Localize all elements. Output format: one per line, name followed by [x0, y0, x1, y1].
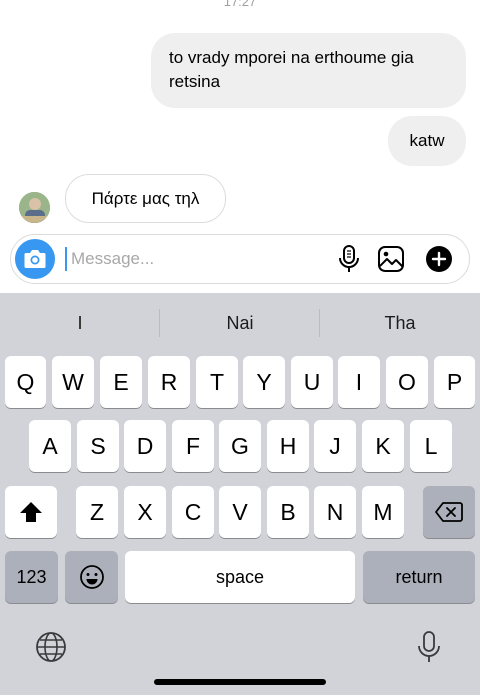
key-y[interactable]: Y [243, 356, 285, 408]
globe-icon[interactable] [34, 630, 68, 664]
gallery-icon[interactable] [377, 245, 405, 273]
key-w[interactable]: W [52, 356, 94, 408]
suggestion-item[interactable]: Tha [320, 307, 480, 339]
home-indicator [154, 679, 326, 685]
key-m[interactable]: M [362, 486, 404, 538]
backspace-icon [435, 502, 463, 522]
space-key[interactable]: space [125, 551, 355, 603]
key-x[interactable]: X [124, 486, 166, 538]
key-b[interactable]: B [267, 486, 309, 538]
key-r[interactable]: R [148, 356, 190, 408]
message-input[interactable] [65, 247, 331, 271]
key-n[interactable]: N [314, 486, 356, 538]
return-key[interactable]: return [363, 551, 475, 603]
chat-thread: 17:27 to vrady mporei na erthoume gia re… [0, 0, 480, 293]
shift-key[interactable] [5, 486, 57, 538]
key-v[interactable]: V [219, 486, 261, 538]
key-q[interactable]: Q [5, 356, 46, 408]
suggestion-bar: I Nai Tha [0, 307, 480, 339]
key-s[interactable]: S [77, 420, 119, 472]
message-composer [10, 234, 470, 284]
shift-icon [20, 502, 42, 522]
key-t[interactable]: T [196, 356, 238, 408]
outgoing-message[interactable]: katw [388, 116, 466, 166]
key-k[interactable]: K [362, 420, 404, 472]
key-o[interactable]: O [386, 356, 428, 408]
key-j[interactable]: J [314, 420, 356, 472]
backspace-key[interactable] [423, 486, 475, 538]
keyboard: I Nai Tha Q W E R T Y U I O P A S D F G … [0, 293, 480, 695]
incoming-message[interactable]: Πάρτε μας τηλ [65, 174, 226, 223]
key-h[interactable]: H [267, 420, 309, 472]
key-p[interactable]: P [434, 356, 475, 408]
numbers-key[interactable]: 123 [5, 551, 58, 603]
key-z[interactable]: Z [76, 486, 118, 538]
key-g[interactable]: G [219, 420, 261, 472]
message-timestamp: 17:27 [223, 0, 257, 9]
emoji-icon [79, 565, 104, 589]
key-e[interactable]: E [100, 356, 142, 408]
suggestion-item[interactable]: Nai [160, 307, 320, 339]
outgoing-message[interactable]: to vrady mporei na erthoume gia retsina [151, 33, 466, 108]
emoji-key[interactable] [65, 551, 118, 603]
key-d[interactable]: D [124, 420, 166, 472]
microphone-icon[interactable] [335, 245, 363, 273]
key-l[interactable]: L [410, 420, 452, 472]
plus-icon[interactable] [425, 245, 453, 273]
key-i[interactable]: I [338, 356, 380, 408]
camera-icon[interactable] [15, 239, 55, 279]
suggestion-item[interactable]: I [0, 307, 160, 339]
key-a[interactable]: A [29, 420, 71, 472]
dictation-icon[interactable] [412, 630, 446, 664]
key-c[interactable]: C [172, 486, 214, 538]
key-u[interactable]: U [291, 356, 333, 408]
key-f[interactable]: F [172, 420, 214, 472]
avatar[interactable] [19, 192, 50, 223]
